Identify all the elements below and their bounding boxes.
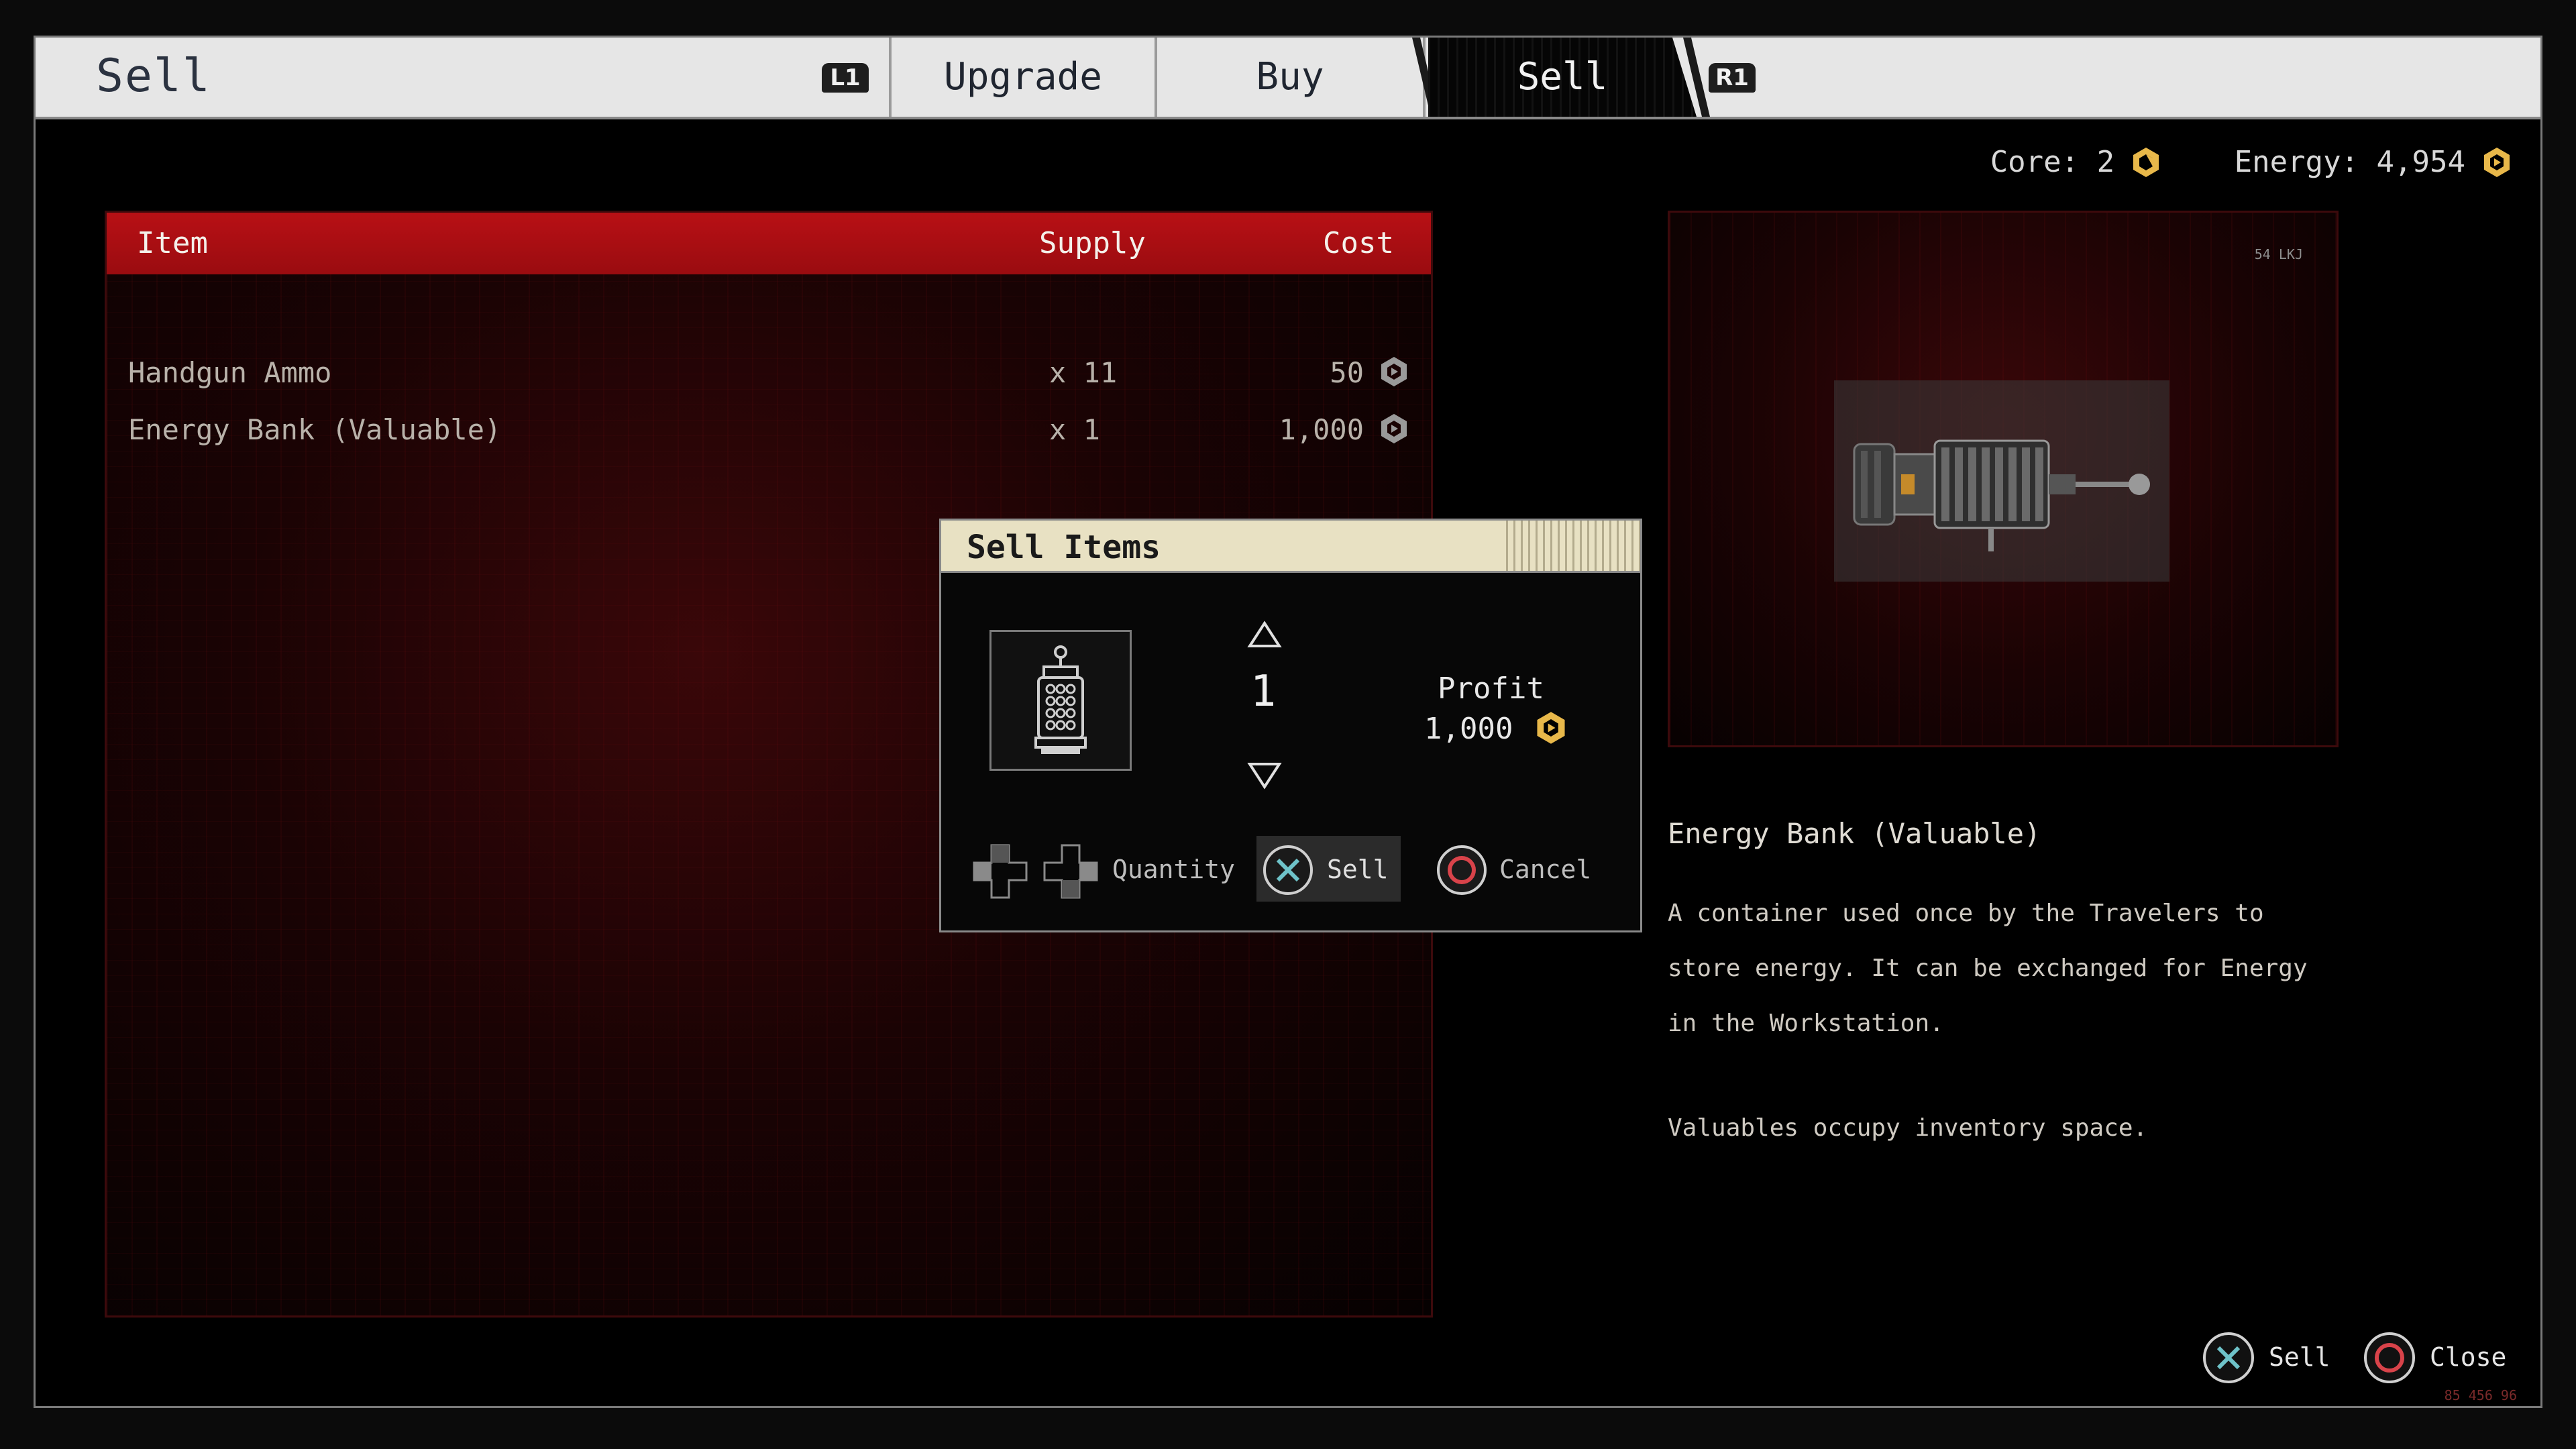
item-cost: 1,000 (1279, 413, 1364, 446)
close-prompt-label: Close (2430, 1342, 2507, 1372)
decrease-quantity-icon[interactable] (1244, 759, 1285, 792)
hexagon-energy-icon (2484, 147, 2510, 177)
energy-bank-icon (1853, 439, 2150, 551)
hexagon-core-icon (2133, 147, 2159, 177)
hexagon-energy-icon (1381, 357, 1407, 386)
button-prompts: Sell Close (2141, 1326, 2517, 1386)
quantity-hint-label: Quantity (1112, 855, 1236, 884)
energy-label: Energy: 4,954 (2234, 145, 2465, 179)
item-supply: x 1 (1049, 413, 1100, 446)
cancel-button-label[interactable]: Cancel (1499, 855, 1591, 884)
sell-button[interactable]: Sell (1256, 836, 1401, 902)
column-header-cost: Cost (1323, 226, 1394, 260)
list-item[interactable]: Energy Bank (Valuable) x 1 1,000 (107, 404, 1431, 458)
item-supply: x 11 (1049, 356, 1118, 389)
currency-display: Core: 2 Energy: 4,954 (1937, 145, 2514, 179)
item-detail-note: Valuables occupy inventory space. (1668, 1114, 2148, 1142)
circle-button-icon[interactable] (1436, 844, 1488, 896)
core-counter: Core: 2 (1990, 145, 2163, 179)
energy-bank-icon (1034, 645, 1087, 754)
cross-button-icon (2203, 1332, 2254, 1383)
energy-counter: Energy: 4,954 (2235, 145, 2514, 179)
tab-buy[interactable]: Buy (1157, 38, 1426, 117)
item-preview-panel: 54 LKJ (1668, 211, 2339, 747)
dialog-header: Sell Items (941, 521, 1640, 573)
hexagon-energy-icon (1537, 712, 1565, 744)
list-header: Item Supply Cost (107, 213, 1431, 274)
hexagon-energy-icon (1381, 414, 1407, 443)
item-cost: 50 (1330, 356, 1364, 389)
dialog-title: Sell Items (967, 529, 1161, 566)
core-label: Core: 2 (1990, 145, 2115, 179)
r1-button-icon[interactable]: R1 (1709, 63, 1756, 93)
dpad-right-icon (1043, 844, 1098, 899)
quantity-value: 1 (1250, 667, 1277, 716)
close-prompt[interactable]: Close (2363, 1326, 2517, 1386)
page-title: Sell (96, 50, 211, 103)
list-item[interactable]: Handgun Ammo x 11 50 (107, 347, 1431, 400)
item-detail-description: A container used once by the Travelers t… (1668, 900, 2308, 1037)
l1-button-icon[interactable]: L1 (822, 63, 869, 93)
column-header-item: Item (137, 226, 208, 260)
item-detail-title: Energy Bank (Valuable) (1668, 817, 2041, 850)
sell-prompt[interactable]: Sell (2202, 1326, 2336, 1386)
profit-value: 1,000 (1424, 712, 1513, 746)
sell-items-dialog: Sell Items 1 Profit 1,000 Quantity Sell … (939, 519, 1642, 932)
profit-label: Profit (1438, 672, 1544, 706)
dialog-footer: Quantity Sell Cancel (941, 836, 1640, 903)
cross-button-icon (1263, 845, 1313, 895)
sell-button-label: Sell (1327, 855, 1389, 884)
tab-sell[interactable]: Sell (1428, 38, 1697, 117)
preview-code: 54 LKJ (2254, 246, 2303, 262)
energy-bank-image (1834, 380, 2169, 582)
item-thumbnail (989, 630, 1132, 771)
dpad-left-icon (973, 844, 1028, 899)
tab-upgrade[interactable]: Upgrade (889, 38, 1157, 117)
corner-code: 85 456 96 (2444, 1387, 2517, 1403)
increase-quantity-icon[interactable] (1244, 618, 1285, 651)
circle-button-icon (2364, 1332, 2415, 1383)
shop-screen: Sell L1 Upgrade Buy Sell R1 Core: 2 Ener… (34, 36, 2542, 1408)
top-bar: Sell L1 Upgrade Buy Sell R1 (36, 38, 2540, 119)
column-header-supply: Supply (1039, 226, 1146, 260)
sell-prompt-label: Sell (2269, 1342, 2330, 1372)
item-name: Energy Bank (Valuable) (128, 413, 502, 446)
item-name: Handgun Ammo (128, 356, 332, 389)
